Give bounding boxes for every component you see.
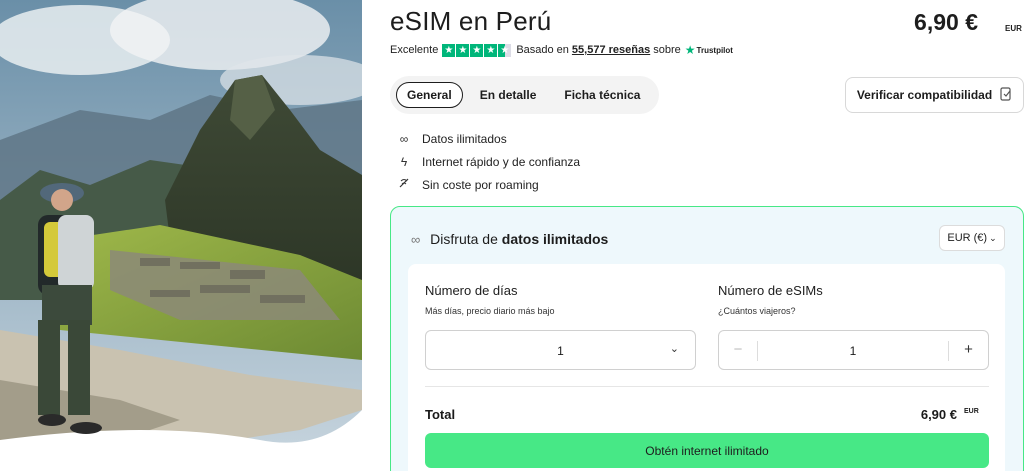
star-icon: ★ (456, 43, 470, 57)
chevron-down-icon: ⌄ (989, 232, 997, 243)
esims-stepper[interactable]: − 1 + (718, 330, 989, 370)
feature-label: Internet rápido y de confianza (422, 154, 581, 169)
trustpilot-star-icon: ★ (684, 43, 696, 57)
days-select-value: 1 (557, 344, 564, 358)
increment-button[interactable]: + (949, 331, 988, 369)
hero-image (0, 0, 362, 471)
currency-select-value: EUR (€) (947, 232, 988, 244)
trustpilot-logo: Trustpilot (696, 45, 733, 55)
infinity-icon: ∞ (399, 131, 409, 146)
star-half-icon: ★ (498, 43, 512, 57)
rating-label: Excelente (390, 44, 439, 56)
tab-en-detalle[interactable]: En detalle (469, 82, 548, 108)
tab-ficha-tecnica[interactable]: Ficha técnica (553, 82, 651, 108)
phone-check-icon (1000, 86, 1012, 104)
days-select[interactable]: 1 ⌄ (425, 330, 696, 370)
product-price: 6,90 € (914, 9, 978, 35)
infinity-icon: ∞ (411, 232, 421, 247)
total-currency: EUR (964, 408, 979, 415)
feature-item: Sin coste por roaming (397, 173, 580, 196)
product-title: eSIM en Perú (390, 6, 552, 36)
plan-config-panel: Número de días Más días, precio diario m… (408, 264, 1005, 471)
trustpilot-rating[interactable]: Excelente ★ ★ ★ ★ ★ Basado en 55,577 res… (390, 43, 733, 57)
feature-label: Sin coste por roaming (422, 177, 539, 192)
esims-stepper-value: 1 (849, 344, 857, 358)
star-icon: ★ (470, 43, 484, 57)
no-roaming-icon (397, 177, 411, 192)
get-unlimited-internet-button[interactable]: Obtén internet ilimitado (425, 433, 989, 468)
chevron-down-icon: ⌄ (669, 343, 679, 355)
star-icon: ★ (442, 43, 456, 57)
plan-card: ∞ Disfruta de datos ilimitados EUR (€) ⌄… (390, 206, 1024, 471)
rating-based-on: Basado en (516, 44, 569, 56)
divider (425, 386, 989, 387)
verify-compatibility-button[interactable]: Verificar compatibilidad (845, 77, 1024, 113)
lightning-icon: ϟ (400, 154, 408, 169)
feature-label: Datos ilimitados (422, 131, 507, 146)
star-icon: ★ (484, 43, 498, 57)
plan-card-heading: ∞ Disfruta de datos ilimitados (411, 231, 608, 247)
product-price-currency: EUR (1005, 24, 1022, 33)
tab-bar: General En detalle Ficha técnica (390, 76, 659, 114)
total-label: Total (425, 407, 456, 422)
plan-heading-bold: datos ilimitados (501, 231, 609, 247)
feature-item: ∞ Datos ilimitados (397, 127, 580, 150)
days-hint: Más días, precio diario más bajo (425, 306, 555, 316)
rating-stars: ★ ★ ★ ★ ★ (442, 43, 512, 57)
machu-picchu-photo (0, 0, 362, 471)
esims-label: Número de eSIMs (718, 283, 823, 298)
plan-heading-prefix: Disfruta de (430, 231, 498, 247)
feature-list: ∞ Datos ilimitados ϟ Internet rápido y d… (397, 127, 580, 196)
verify-compatibility-label: Verificar compatibilidad (856, 88, 993, 102)
tab-general[interactable]: General (396, 82, 463, 108)
days-label: Número de días (425, 283, 518, 298)
esims-hint: ¿Cuántos viajeros? (718, 306, 796, 316)
feature-item: ϟ Internet rápido y de confianza (397, 150, 580, 173)
currency-select[interactable]: EUR (€) ⌄ (939, 225, 1005, 251)
reviews-link[interactable]: 55,577 reseñas (572, 44, 650, 56)
decrement-button[interactable]: − (719, 331, 757, 369)
rating-on: sobre (653, 44, 681, 56)
total-value: 6,90 € (920, 407, 957, 422)
